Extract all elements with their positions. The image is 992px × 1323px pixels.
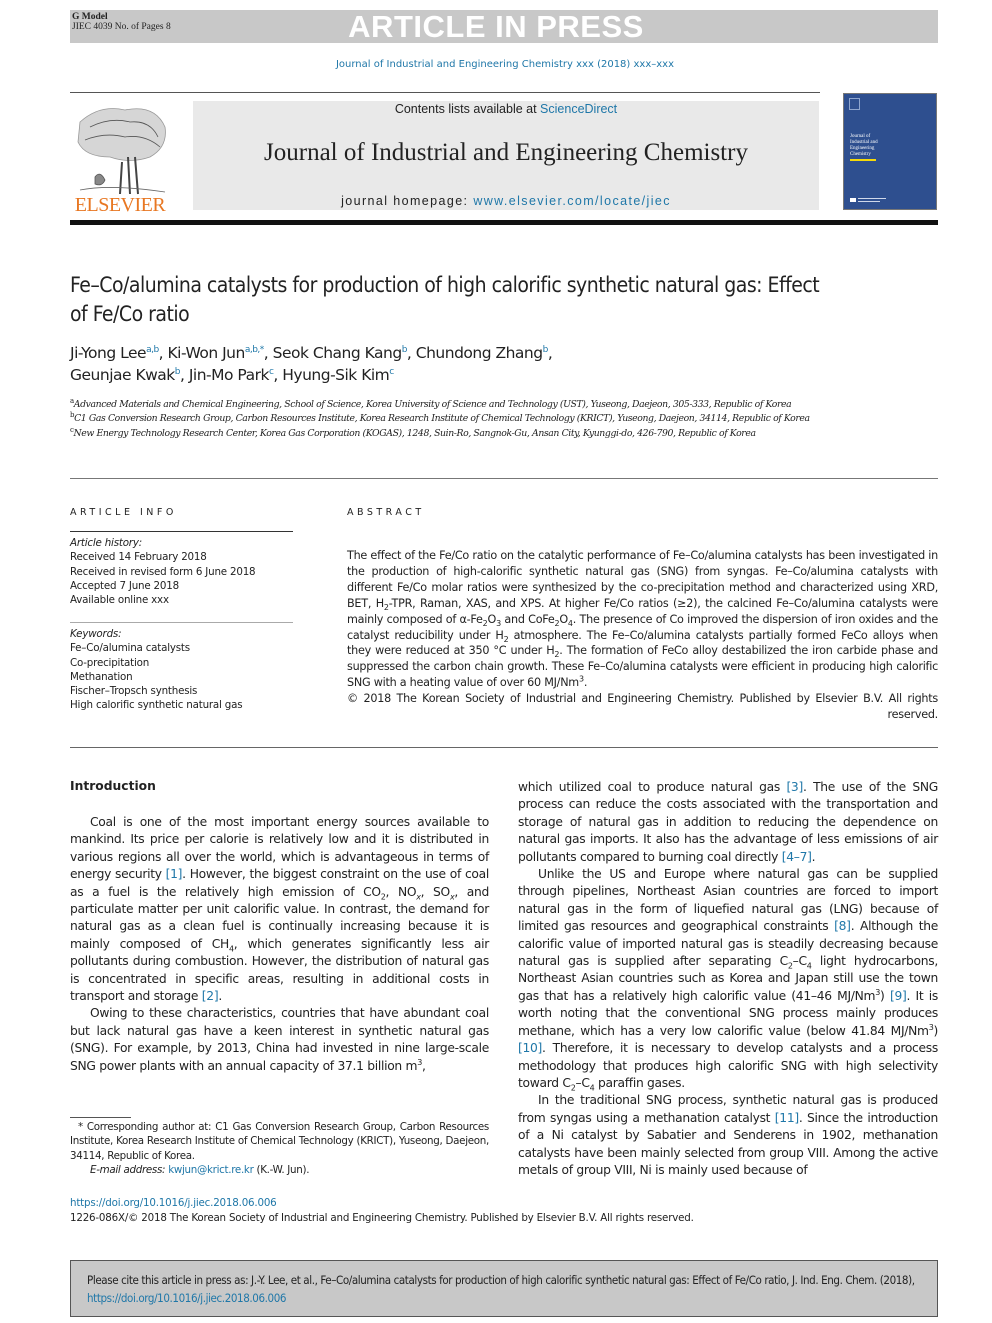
keyword-item: Fischer–Tropsch synthesis	[70, 685, 198, 698]
masthead-top-rule	[70, 92, 820, 93]
reference-link[interactable]: [11]	[775, 1111, 799, 1125]
author-name[interactable]: Geunjae Kwak	[70, 366, 175, 384]
history-item: Received in revised form 6 June 2018	[70, 565, 256, 578]
contents-availability: Contents lists available at ScienceDirec…	[193, 102, 819, 116]
abstract-heading: ABSTRACT	[347, 507, 425, 518]
paragraph: Coal is one of the most important energy…	[70, 815, 490, 1004]
author-affiliation-marker[interactable]: b	[175, 367, 181, 377]
reference-link[interactable]: [1]	[166, 867, 183, 881]
cover-title: Journal of Industrial and Engineering Ch…	[850, 134, 878, 157]
elsevier-logo[interactable]: ELSEVIER	[70, 102, 170, 216]
sciencedirect-link[interactable]: ScienceDirect	[540, 102, 617, 116]
reference-link[interactable]: [2]	[202, 989, 219, 1003]
journal-title: Journal of Industrial and Engineering Ch…	[264, 139, 748, 166]
affiliation-list: aAdvanced Materials and Chemical Enginee…	[70, 398, 830, 441]
author-affiliation-marker[interactable]: b	[402, 345, 408, 355]
author-name[interactable]: Hyung-Sik Kim	[282, 366, 390, 384]
article-info-rule	[70, 531, 293, 532]
author-name[interactable]: Ki-Won Jun	[168, 344, 246, 362]
keywords: Keywords: Fe–Co/alumina catalysts Co-pre…	[70, 627, 295, 713]
author-name[interactable]: Chundong Zhang	[416, 344, 543, 362]
paragraph: Owing to these characteristics, countrie…	[70, 1006, 489, 1073]
email-link[interactable]: kwjun@krict.re.kr	[168, 1164, 254, 1176]
author-affiliation-marker[interactable]: a,b	[146, 345, 159, 355]
section-divider	[70, 747, 938, 748]
citation-text: Please cite this article in press as: J.…	[87, 1273, 915, 1305]
author-name[interactable]: Ji-Yong Lee	[70, 344, 147, 362]
history-item: Available online xxx	[70, 594, 169, 607]
author-name[interactable]: Jin-Mo Park	[189, 366, 270, 384]
homepage-prefix: journal homepage:	[341, 194, 474, 208]
abstract-text: The effect of the Fe/Co ratio on the cat…	[347, 549, 939, 690]
reference-link[interactable]: [10]	[518, 1041, 542, 1055]
cover-logo-icon	[849, 98, 860, 110]
body-column-left: Coal is one of the most important energy…	[70, 814, 489, 1075]
email-label: E-mail address:	[90, 1163, 169, 1176]
corresponding-author-footnote: * Corresponding author at: C1 Gas Conver…	[70, 1121, 489, 1176]
affiliation-item: bC1 Gas Conversion Research Group, Carbo…	[70, 411, 810, 425]
author-list: Ji-Yong Leea,b, Ki-Won Juna,b,*, Seok Ch…	[70, 344, 553, 384]
history-item: Received 14 February 2018	[70, 551, 207, 564]
issn-copyright-line: 1226-086X/© 2018 The Korean Society of I…	[70, 1212, 694, 1224]
footnote-star: *	[78, 1121, 83, 1133]
keyword-item: Methanation	[70, 670, 133, 683]
keyword-item: Co-precipitation	[70, 656, 150, 669]
keywords-label: Keywords:	[70, 628, 122, 640]
running-citation-link[interactable]: Journal of Industrial and Engineering Ch…	[0, 59, 992, 70]
article-in-press-title: ARTICLE IN PRESS	[348, 9, 644, 44]
author-affiliation-marker[interactable]: a,b,*	[245, 345, 264, 355]
masthead-bottom-rule	[70, 220, 938, 225]
keywords-rule	[70, 622, 293, 623]
author-affiliation-marker[interactable]: c	[389, 367, 394, 377]
elsevier-wordmark: ELSEVIER	[74, 194, 166, 216]
introduction-heading: Introduction	[70, 779, 156, 793]
reference-link[interactable]: [8]	[834, 919, 851, 933]
history-label: Article history:	[70, 537, 142, 549]
homepage-link[interactable]: www.elsevier.com/locate/jiec	[473, 194, 671, 208]
article-info-heading: ARTICLE INFO	[70, 507, 177, 518]
article-history: Article history: Received 14 February 20…	[70, 536, 295, 607]
abstract-copyright: © 2018 The Korean Society of Industrial …	[347, 692, 938, 721]
section-divider	[70, 478, 938, 479]
article-title: Fe–Co/alumina catalysts for production o…	[70, 273, 820, 326]
journal-cover-thumbnail[interactable]: Journal of Industrial and Engineering Ch…	[843, 93, 937, 210]
body-column-right: which utilized coal to produce natural g…	[518, 779, 938, 1179]
reference-link[interactable]: [4–7]	[782, 850, 812, 864]
citation-doi-link[interactable]: https://doi.org/10.1016/j.jiec.2018.06.0…	[87, 1291, 286, 1305]
paragraph: Unlike the US and Europe where natural g…	[518, 867, 939, 1093]
footnote-rule	[70, 1117, 131, 1118]
affiliation-item: aAdvanced Materials and Chemical Enginee…	[70, 397, 792, 411]
paragraph-continued: which utilized coal to produce natural g…	[518, 780, 939, 864]
keyword-item: Fe–Co/alumina catalysts	[70, 642, 190, 655]
keyword-item: High calorific synthetic natural gas	[70, 699, 243, 712]
cover-accent-bar	[850, 159, 876, 161]
cover-society-icon	[850, 198, 856, 202]
journal-homepage: journal homepage: www.elsevier.com/locat…	[193, 194, 819, 208]
paragraph: In the traditional SNG process, syntheti…	[518, 1093, 939, 1177]
affiliation-item: cNew Energy Technology Research Center, …	[70, 425, 756, 439]
history-item: Accepted 7 June 2018	[70, 579, 179, 592]
author-affiliation-marker[interactable]: b	[543, 345, 549, 355]
author-name[interactable]: Seok Chang Kang	[273, 344, 403, 362]
doi-link[interactable]: https://doi.org/10.1016/j.jiec.2018.06.0…	[70, 1197, 277, 1209]
reference-link[interactable]: [9]	[890, 989, 907, 1003]
reference-link[interactable]: [3]	[786, 780, 803, 794]
author-affiliation-marker[interactable]: c	[269, 367, 274, 377]
contents-prefix: Contents lists available at	[394, 102, 541, 116]
